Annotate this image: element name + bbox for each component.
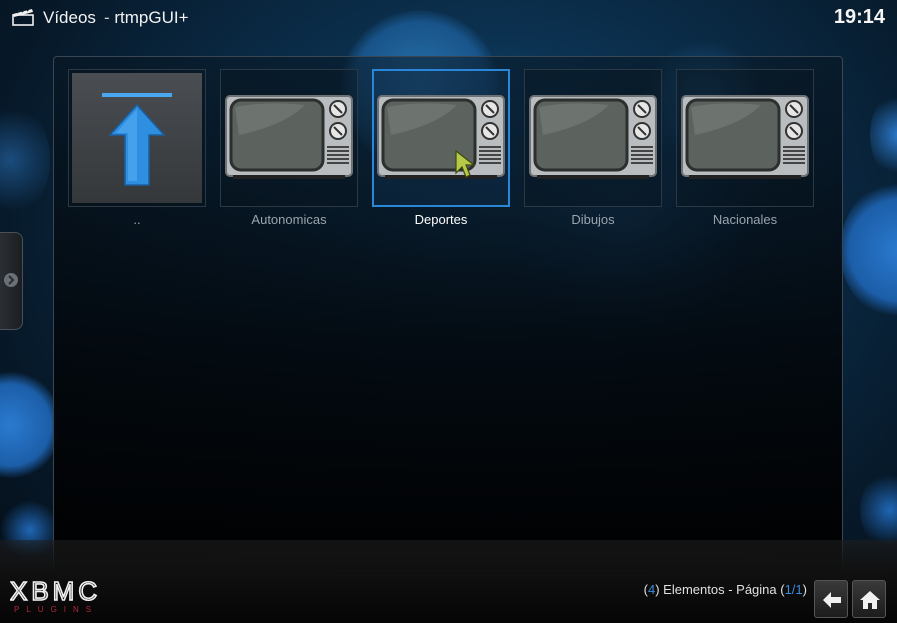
page-indicator: 1/1	[784, 582, 803, 597]
chevron-right-icon	[4, 273, 18, 287]
logo-text: XBMC	[10, 576, 101, 606]
folder-tile-dibujos[interactable]	[524, 69, 662, 207]
back-arrow-icon	[823, 592, 841, 608]
mouse-cursor-icon	[455, 149, 476, 178]
item-label: Dibujos	[571, 212, 615, 227]
back-button[interactable]	[814, 580, 848, 618]
tv-folder-icon	[225, 95, 353, 179]
tv-folder-icon	[529, 95, 657, 179]
status-mid: ) Elementos - Página (	[655, 582, 785, 597]
folder-tile-autonomicas[interactable]	[220, 69, 358, 207]
parent-folder-tile[interactable]	[68, 69, 206, 207]
xbmc-plugins-logo: XBMC PLUGINS	[9, 575, 138, 614]
up-arrow-icon	[72, 73, 202, 203]
side-menu-tab[interactable]	[0, 232, 23, 330]
item-label: ..	[133, 212, 141, 227]
section-title: Vídeos	[43, 8, 96, 27]
header-bar: Vídeos - rtmpGUI+ 19:14	[0, 0, 897, 36]
logo-subtext: PLUGINS	[14, 605, 98, 614]
item-label: Deportes	[414, 212, 468, 227]
status-close: )	[802, 582, 807, 597]
clock: 19:14	[833, 6, 885, 28]
clapperboard-icon	[12, 8, 34, 26]
tv-folder-icon	[681, 95, 809, 179]
tv-folder-icon	[377, 95, 505, 179]
folder-tile-nacionales[interactable]	[676, 69, 814, 207]
item-label: Autonomicas	[251, 212, 327, 227]
home-icon	[860, 591, 880, 609]
folder-tile-deportes[interactable]	[372, 69, 510, 207]
plugin-title: rtmpGUI+	[114, 8, 189, 27]
window-title: Vídeos - rtmpGUI+	[43, 8, 189, 28]
home-button[interactable]	[852, 580, 886, 618]
status-text: (4) Elementos - Página (1/1)	[644, 582, 807, 597]
item-label: Nacionales	[712, 212, 778, 227]
title-separator: -	[103, 8, 110, 27]
